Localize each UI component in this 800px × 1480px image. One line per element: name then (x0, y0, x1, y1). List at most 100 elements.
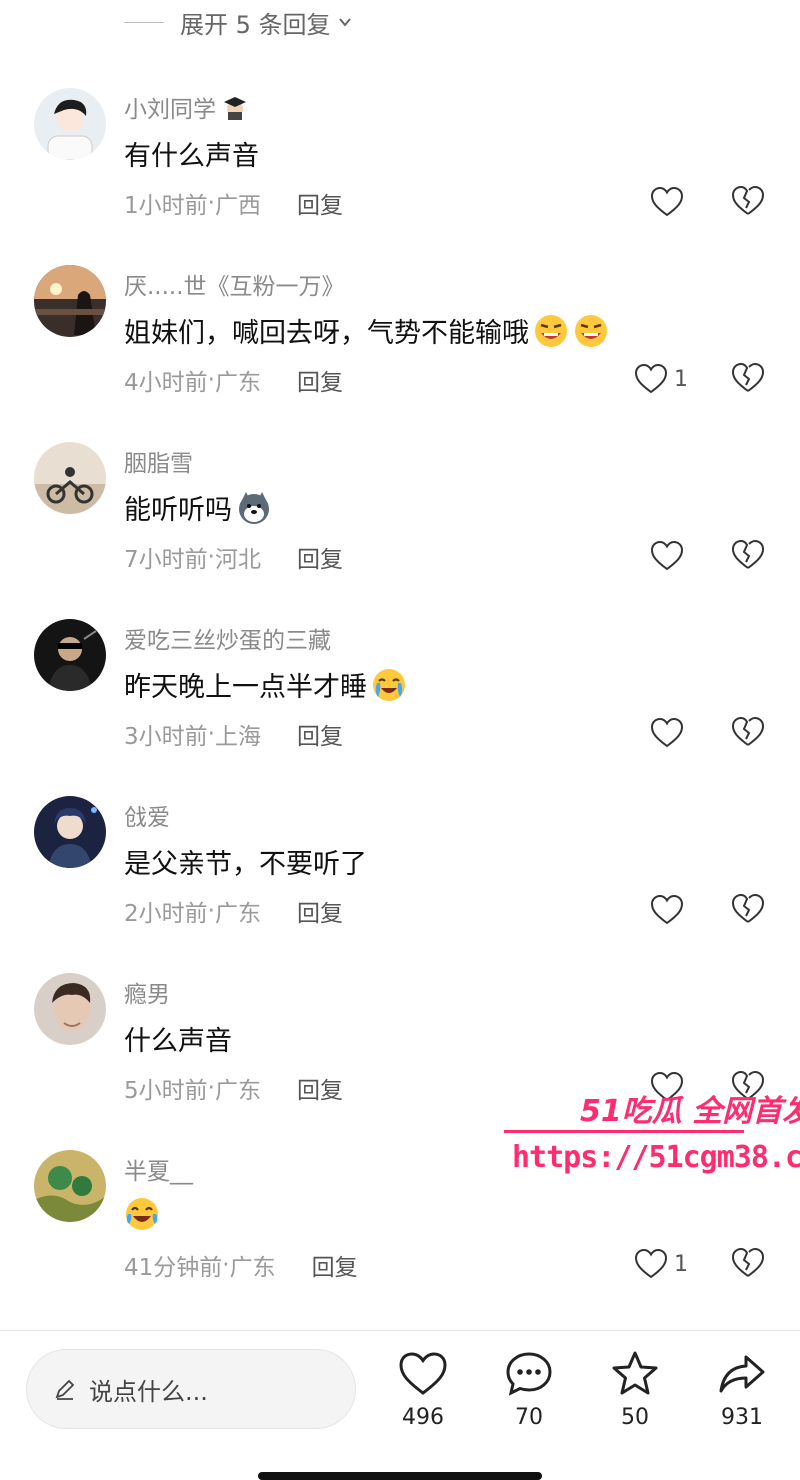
comment-region: 上海 (214, 724, 261, 750)
heart-icon (634, 1248, 668, 1279)
like-button[interactable]: 1 (634, 361, 688, 397)
comment-username[interactable]: 戗爱 (124, 798, 170, 832)
meta-separator: · (207, 190, 215, 216)
laughing-face-emoji (533, 313, 569, 349)
favorite-button[interactable]: 50 (595, 1349, 675, 1430)
comment-meta: 3小时前 · 上海 回复 (124, 717, 343, 751)
comment-text: 昨天晚上一点半才睡 (124, 665, 407, 704)
meta-separator: · (207, 898, 215, 924)
meta-separator: · (222, 1252, 230, 1278)
chevron-down-icon (338, 18, 351, 27)
crying-face-emoji (371, 667, 407, 703)
comment-item: 爱吃三丝炒蛋的三藏 昨天晚上一点半才睡 3小时前 · 上海 回复 (0, 619, 800, 796)
like-button[interactable]: 1 (634, 1246, 688, 1282)
comment-username[interactable]: 瘾男 (124, 975, 170, 1009)
broken-heart-icon[interactable] (731, 715, 765, 749)
comment-region: 广东 (214, 370, 261, 396)
comment-text (124, 1196, 160, 1232)
comment-username[interactable]: 爱吃三丝炒蛋的三藏 (124, 621, 331, 655)
tears-of-joy-emoji (124, 1196, 160, 1232)
broken-heart-icon[interactable] (731, 538, 765, 572)
reply-button[interactable]: 回复 (297, 1071, 343, 1105)
broken-heart-icon[interactable] (731, 892, 765, 926)
comment-text: 什么声音 (124, 1026, 232, 1057)
like-count: 1 (674, 1251, 688, 1277)
meta-separator: · (207, 544, 215, 570)
meta-separator: · (207, 1075, 215, 1101)
comment-item: 小刘同学 有什么声音 1小时前 · 广西 回复 (0, 88, 800, 265)
avatar[interactable] (34, 619, 106, 691)
comments-count: 70 (515, 1405, 543, 1430)
comment-time: 1小时前 (124, 193, 208, 219)
like-post-count: 496 (402, 1405, 444, 1430)
like-button[interactable] (650, 538, 690, 574)
watermark: 51吃瓜 全网首发 https://51cgm38.com (500, 1086, 800, 1186)
graduate-avatar-icon (224, 97, 246, 120)
comment-time: 4小时前 (124, 370, 208, 396)
comments-button[interactable]: 70 (489, 1349, 569, 1430)
avatar[interactable] (34, 265, 106, 337)
meta-separator: · (207, 367, 215, 393)
comment-username[interactable]: 小刘同学 (124, 90, 248, 124)
broken-heart-icon[interactable] (731, 361, 765, 395)
comment-item: 戗爱 是父亲节，不要听了 2小时前 · 广东 回复 (0, 796, 800, 973)
heart-icon (634, 363, 668, 394)
share-arrow-icon (719, 1355, 765, 1393)
comment-meta: 5小时前 · 广东 回复 (124, 1071, 343, 1105)
broken-heart-icon[interactable] (731, 184, 765, 218)
meta-separator: · (207, 721, 215, 747)
share-button[interactable]: 931 (702, 1349, 782, 1430)
bottom-action-bar: 说点什么... 496 70 50 931 (0, 1330, 800, 1480)
star-icon (612, 1351, 658, 1395)
reply-button[interactable]: 回复 (297, 186, 343, 220)
comment-time: 5小时前 (124, 1078, 208, 1104)
broken-heart-icon[interactable] (731, 1246, 765, 1280)
avatar[interactable] (34, 1150, 106, 1222)
like-post-button[interactable]: 496 (383, 1349, 463, 1430)
comment-region: 广东 (229, 1255, 276, 1281)
reply-button[interactable]: 回复 (297, 894, 343, 928)
like-button[interactable] (650, 184, 690, 220)
comment-time: 3小时前 (124, 724, 208, 750)
heart-icon (650, 717, 684, 748)
comment-username[interactable]: 厌.....世《互粉一万》 (124, 267, 345, 301)
watermark-title: 51吃瓜 全网首发 (580, 1094, 800, 1129)
watermark-url: https://51cgm38.com (512, 1140, 800, 1175)
comment-meta: 1小时前 · 广西 回复 (124, 186, 343, 220)
comment-text: 能听听吗 (124, 488, 272, 527)
comment-meta: 4小时前 · 广东 回复 (124, 363, 343, 397)
comment-username[interactable]: 胭脂雪 (124, 444, 193, 478)
watermark-underline (504, 1130, 744, 1133)
reply-button[interactable]: 回复 (297, 540, 343, 574)
heart-icon (650, 540, 684, 571)
husky-face-emoji (236, 490, 272, 526)
favorite-count: 50 (621, 1405, 649, 1430)
comment-username[interactable]: 半夏__ (124, 1152, 193, 1186)
comment-region: 广东 (214, 901, 261, 927)
comment-time: 7小时前 (124, 547, 208, 573)
comment-text: 有什么声音 (124, 141, 259, 172)
avatar[interactable] (34, 442, 106, 514)
avatar[interactable] (34, 88, 106, 160)
reply-button[interactable]: 回复 (312, 1248, 358, 1282)
home-indicator (258, 1472, 542, 1480)
comment-region: 河北 (214, 547, 261, 573)
like-button[interactable] (650, 715, 690, 751)
comment-time: 2小时前 (124, 901, 208, 927)
avatar[interactable] (34, 796, 106, 868)
reply-button[interactable]: 回复 (297, 717, 343, 751)
comment-input[interactable]: 说点什么... (26, 1349, 356, 1429)
comment-meta: 7小时前 · 河北 回复 (124, 540, 343, 574)
avatar[interactable] (34, 973, 106, 1045)
speech-bubble-icon (506, 1352, 552, 1396)
expand-replies-button[interactable]: 展开 5 条回复 (124, 4, 353, 40)
comment-text: 是父亲节，不要听了 (124, 849, 367, 880)
pencil-icon (55, 1379, 75, 1400)
share-count: 931 (721, 1405, 763, 1430)
comment-input-placeholder: 说点什么... (89, 1377, 208, 1406)
heart-icon (650, 186, 684, 217)
reply-button[interactable]: 回复 (297, 363, 343, 397)
comment-item: 厌.....世《互粉一万》 姐妹们，喊回去呀，气势不能输哦 4小时前 · 广东 … (0, 265, 800, 442)
heart-icon (650, 894, 684, 925)
like-button[interactable] (650, 892, 690, 928)
